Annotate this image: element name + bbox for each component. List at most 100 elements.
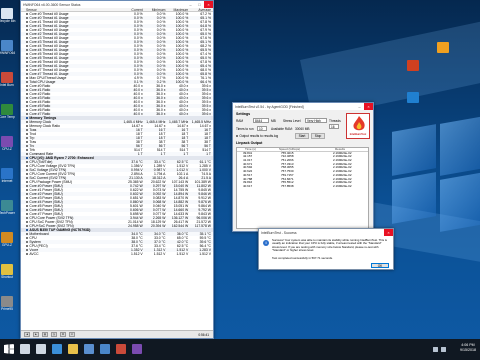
back-icon[interactable]: ◄ [24,332,30,337]
close-sensors-icon[interactable]: ✕ [69,332,75,337]
hwinfo-icon[interactable] [100,344,110,354]
shortcut-icon [407,60,419,71]
burntest-window-title: IntelBurnTest v2.54 - by AgentGOD [Finis… [235,104,304,109]
shortcut-icon [437,42,449,53]
available-ram-value: 30060 MB [295,127,310,131]
burn-icon[interactable] [116,344,126,354]
desktop-shortcut[interactable]: CPU-Z [0,136,18,152]
desktop-shortcut[interactable]: Shortcut [0,264,18,280]
sensor-label: AVCC [29,252,39,256]
settings-icon[interactable]: ⚙ [60,332,66,337]
desktop-shortcut[interactable] [402,60,424,72]
shortcut-label: Recycle Bin [0,19,16,23]
close-button[interactable]: × [204,1,213,8]
shortcut-label: Internet [1,179,13,183]
shortcut-icon [1,136,13,147]
dialog-title: IntelBurnTest - Success [261,230,297,235]
search-icon[interactable] [20,344,30,354]
speed-cell: 757.8538 [281,184,294,188]
linpack-output-rows: 39.841 755.4015 2.199020e-02 42.157 722.4658… [237,152,368,189]
store-icon[interactable] [84,344,94,354]
explorer-icon[interactable] [68,344,78,354]
dialog-titlebar[interactable]: IntelBurnTest - Success × [259,229,393,236]
reset-clock-icon[interactable]: ◷ [51,332,57,337]
column-header[interactable]: Maximum [167,8,190,11]
shortcut-icon [407,92,419,103]
log-icon[interactable]: ▤ [42,332,48,337]
ram-label: RAM [236,119,244,123]
desktop-shortcut[interactable]: Intel Burn [0,72,18,88]
shortcut-icon [1,168,13,179]
linpack-row: 40.617 757.8538 2.199020e-02 [237,185,368,189]
ram-unit: MB [271,119,276,123]
close-button[interactable]: × [364,103,373,110]
shortcut-label: Prime95 [1,307,13,311]
dialog-message: Success! Your system was able to maintai… [272,238,387,252]
cpuz-icon[interactable] [132,344,142,354]
stress-level-label: Stress Level [283,119,301,123]
maximum-value: 1.512 V [176,252,189,256]
minimize-button[interactable]: – [355,103,364,110]
shortcut-label: HWiNFO64 [0,51,16,55]
start-button[interactable]: Start [295,133,309,139]
shortcut-label: TechPower [0,211,15,215]
start-icon[interactable] [4,344,14,354]
desktop-shortcut[interactable]: Recycle Bin [0,8,18,24]
edge-icon[interactable] [52,344,62,354]
column-header[interactable]: Current [122,8,145,11]
desktop-shortcut[interactable]: TechPower [0,200,18,216]
task-view-icon[interactable] [36,344,46,354]
sensor-window-title: HWiNFO64 v6.00-3600 Sensor Status [23,2,81,7]
column-header[interactable]: Average [190,8,213,11]
clock[interactable]: 4:06 PM 9/15/2018 [460,343,476,353]
desktop-shortcut[interactable]: HWiNFO64 [0,40,18,56]
desktop-shortcut[interactable]: Core Temp [0,104,18,120]
shortcut-icon [1,72,13,83]
burntest-titlebar[interactable]: IntelBurnTest v2.54 - by AgentGOD [Finis… [233,103,373,110]
flame-icon [353,116,365,131]
volume-icon[interactable] [441,347,446,352]
shortcut-icon [1,296,13,307]
column-header: Speed (GFlops) [279,148,301,151]
burntest-window: IntelBurnTest v2.54 - by AgentGOD [Finis… [232,102,374,232]
close-button[interactable]: × [384,229,393,236]
desktop-shortcut[interactable]: Prime95 [0,296,18,312]
ram-field[interactable]: 8444 [253,118,269,123]
output-log-checkbox[interactable]: Output results to results.log [236,134,278,138]
desktop-shortcut[interactable] [432,42,454,54]
shortcut-label: Intel Burn [0,83,14,87]
desktop-shortcut[interactable] [402,92,424,104]
column-header[interactable]: Sensor [21,8,122,11]
windows-logo-pane [440,116,480,176]
sensor-name: AVCC [21,252,122,256]
threads-label: Threads [329,119,341,123]
sensor-titlebar[interactable]: HWiNFO64 v6.00-3600 Sensor Status – □ × [21,1,213,8]
taskbar: 4:06 PM 9/15/2018 [0,339,480,360]
output-log-label: Output results to results.log [239,134,279,138]
elapsed-time: 0:56:41 [198,332,209,337]
shortcut-icon [1,264,13,275]
stop-button[interactable]: Stop [311,133,325,139]
sensor-row[interactable]: AVCC 1.512 V 1.512 V 1.512 V 1.512 V [21,252,213,256]
maximize-button[interactable]: □ [195,1,204,8]
ok-button[interactable]: OK [371,263,389,268]
column-header: Time (s) [245,148,256,151]
forward-icon[interactable]: ► [33,332,39,337]
linpack-output-table: Time (s) Speed (GFlops) Results 39.841 75… [236,147,369,229]
settings-heading: Settings [236,112,251,116]
average-value: 1.512 V [199,252,211,256]
shortcut-label: Shortcut [1,275,13,279]
time-cell: 40.617 [243,184,253,188]
minimize-button[interactable]: – [186,1,195,8]
times-to-run-field[interactable]: 10 [257,126,267,131]
desktop-shortcut[interactable]: GPU-Z [0,232,18,248]
network-icon[interactable] [433,347,438,352]
threads-field[interactable]: 16 [329,124,339,129]
shortcut-icon [1,40,13,51]
stress-level-select[interactable]: Very High [305,118,327,123]
linpack-heading: Linpack Output [236,141,263,145]
desktop-shortcut[interactable]: Internet [0,168,18,184]
shortcut-icon [1,104,13,115]
sensor-status-bar: ◄ ► ▤ ◷ ⚙ ✕ 0:56:41 [21,330,213,338]
column-header[interactable]: Minimum [145,8,168,11]
